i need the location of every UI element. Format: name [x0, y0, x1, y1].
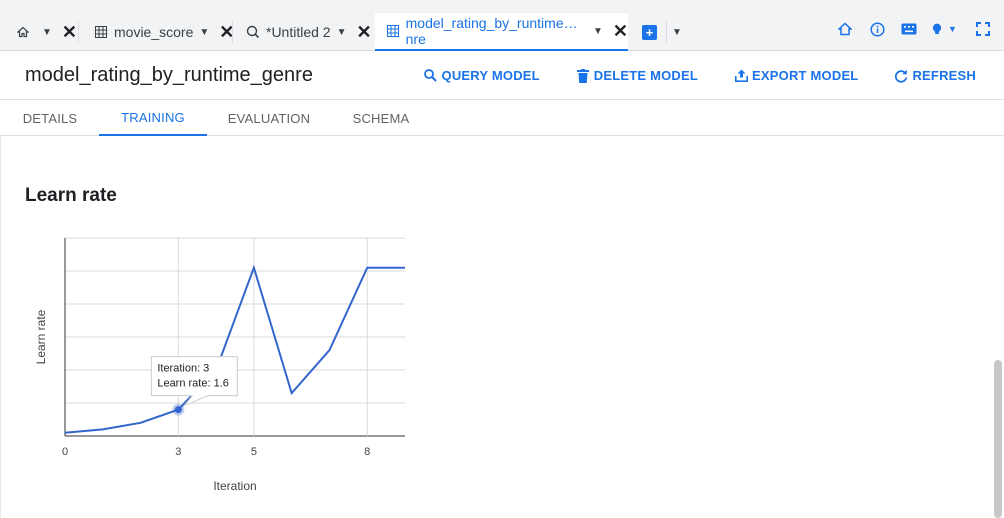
x-tick-label: 0	[62, 446, 68, 458]
refresh-label: REFRESH	[912, 68, 976, 83]
home-icon[interactable]	[836, 20, 854, 38]
x-tick-label: 8	[364, 446, 370, 458]
keyboard-icon[interactable]	[900, 20, 918, 38]
page-title: model_rating_by_runtime_genre	[25, 64, 313, 86]
delete-model-label: DELETE MODEL	[593, 68, 699, 83]
close-icon[interactable]: ✕	[357, 22, 372, 43]
add-icon[interactable]: +	[642, 24, 657, 40]
header-actions: QUERY MODEL DELETE MODEL EXPORT MODEL RE…	[424, 68, 976, 83]
query-model-label: QUERY MODEL	[441, 68, 540, 83]
lightbulb-icon[interactable]: ▼	[932, 20, 960, 38]
trash-icon	[576, 68, 590, 83]
tab-bar: ▼ ✕ movie_score ▼ ✕ *Untitled 2 ▼ ✕ mode…	[0, 0, 1004, 51]
tab-evaluation[interactable]: EVALUATION	[207, 100, 331, 136]
data-point[interactable]	[174, 406, 182, 414]
y-axis-label: Learn rate	[34, 309, 48, 364]
query-icon	[244, 25, 262, 39]
query-model-button[interactable]: QUERY MODEL	[424, 68, 540, 83]
table-icon	[92, 26, 110, 38]
tooltip-learn-rate: Learn rate: 1.6	[157, 378, 229, 390]
tooltip-iteration: Iteration: 3	[157, 363, 209, 375]
tab-label: *Untitled 2	[266, 24, 331, 40]
refresh-button[interactable]: REFRESH	[894, 68, 976, 83]
tab-separator	[78, 21, 79, 43]
vertical-scrollbar[interactable]	[994, 360, 1002, 518]
chevron-down-icon[interactable]: ▼	[337, 27, 347, 38]
tab-schema[interactable]: SCHEMA	[331, 100, 431, 136]
toolbar-right: ▼	[836, 20, 992, 38]
refresh-icon	[894, 69, 908, 83]
info-icon[interactable]	[868, 20, 886, 38]
chevron-down-icon[interactable]: ▼	[593, 26, 603, 37]
tab-untitled-2[interactable]: *Untitled 2 ▼ ✕	[244, 13, 372, 51]
export-model-button[interactable]: EXPORT MODEL	[734, 68, 858, 83]
chevron-down-icon[interactable]: ▼	[42, 27, 52, 38]
chevron-down-icon[interactable]: ▼	[945, 20, 960, 38]
x-tick-label: 5	[251, 446, 257, 458]
new-tab-button[interactable]: +	[642, 13, 657, 51]
model-icon	[385, 25, 402, 37]
search-icon	[424, 69, 438, 83]
chevron-down-icon[interactable]: ▼	[199, 27, 209, 38]
export-icon	[734, 69, 748, 83]
delete-model-button[interactable]: DELETE MODEL	[576, 68, 698, 83]
x-axis-label: Iteration	[213, 479, 256, 493]
export-model-label: EXPORT MODEL	[752, 68, 859, 83]
learn-rate-chart[interactable]: 0 3 5 8 Iteration Learn rate Iteration: 3 Learn…	[0, 225, 440, 515]
fullscreen-icon[interactable]	[974, 20, 992, 38]
learn-rate-series-line	[64, 264, 405, 434]
tab-details[interactable]: DETAILS	[0, 100, 100, 136]
tab-home[interactable]: ▼ ✕	[14, 13, 77, 51]
close-icon[interactable]: ✕	[613, 21, 628, 42]
model-header: model_rating_by_runtime_genre QUERY MODE…	[0, 52, 1004, 100]
close-icon[interactable]: ✕	[62, 22, 77, 43]
tab-model-rating[interactable]: model_rating_by_runtime… nre ▼ ✕	[375, 13, 628, 51]
tab-overflow-menu[interactable]: ▼	[672, 13, 682, 51]
model-subtabs: DETAILS TRAINING EVALUATION SCHEMA	[0, 100, 1004, 136]
tab-label: movie_score	[114, 24, 194, 40]
tab-training[interactable]: TRAINING	[99, 100, 207, 136]
tab-separator	[666, 21, 667, 43]
x-tick-label: 3	[175, 446, 181, 458]
tab-movie-score[interactable]: movie_score ▼ ✕	[92, 13, 234, 51]
chevron-down-icon[interactable]: ▼	[672, 27, 682, 38]
tab-separator	[232, 21, 233, 43]
home-icon	[14, 26, 32, 38]
section-title: Learn rate	[25, 185, 117, 206]
tab-label: model_rating_by_runtime… nre	[405, 15, 578, 47]
